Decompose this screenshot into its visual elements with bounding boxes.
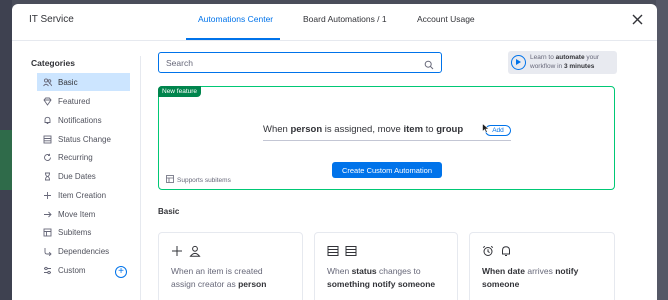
sidebar-divider xyxy=(140,56,141,300)
board-title: IT Service xyxy=(29,14,74,25)
play-icon[interactable] xyxy=(511,55,526,70)
supports-subitems-label: Supports subitems xyxy=(177,176,231,184)
sidebar-item-status-change[interactable]: Status Change xyxy=(37,130,130,148)
sidebar-item-label: Featured xyxy=(58,96,91,106)
sidebar-item-label: Notifications xyxy=(58,115,102,125)
search-input[interactable] xyxy=(166,57,416,69)
people-icon xyxy=(40,77,54,87)
sidebar-item-label: Recurring xyxy=(58,152,93,162)
sidebar-item-dependencies[interactable]: Dependencies xyxy=(37,242,130,260)
search-icon[interactable] xyxy=(424,57,436,70)
sentence-part: is assigned, move xyxy=(322,124,404,135)
automation-card-date-arrives[interactable]: When date arrives notify someone xyxy=(469,232,615,300)
hourglass-icon xyxy=(40,172,54,181)
card-text-bold: something notify someone xyxy=(327,279,436,289)
bell-icon xyxy=(40,116,54,125)
supports-subitems-note: Supports subitems xyxy=(166,175,231,185)
diamond-icon xyxy=(40,97,54,106)
card-text: changes to xyxy=(376,266,421,276)
person-icon xyxy=(189,244,201,262)
new-feature-badge: New feature xyxy=(158,86,202,97)
automation-card-status-change[interactable]: When status changes to something notify … xyxy=(314,232,458,300)
new-feature-card: New feature When person is assigned, mov… xyxy=(158,86,615,190)
card-text: arrives xyxy=(524,266,556,276)
sentence-item: item xyxy=(403,124,424,135)
categories-sidebar: Categories Basic Featured Notifications … xyxy=(12,41,140,300)
sidebar-item-label: Subitems xyxy=(58,227,92,237)
automations-modal: IT Service Automations Center Board Auto… xyxy=(12,4,657,300)
learn-video-banner[interactable]: Learn to automate your workflow in 3 min… xyxy=(508,51,617,74)
card-text-bold: person xyxy=(238,279,267,289)
card-description: When date arrives notify someone xyxy=(482,265,578,291)
learn-bold-minutes: 3 minutes xyxy=(563,62,595,70)
card-text-bold: status xyxy=(351,266,377,276)
close-icon[interactable] xyxy=(632,13,643,28)
tab-automations-center[interactable]: Automations Center xyxy=(198,14,273,24)
automation-card-item-created[interactable]: When an item is created assign creator a… xyxy=(158,232,303,300)
card-text: When xyxy=(327,266,352,276)
sidebar-item-move-item[interactable]: Move Item xyxy=(37,205,130,223)
tab-account-usage[interactable]: Account Usage xyxy=(417,14,475,24)
create-custom-automation-button[interactable]: Create Custom Automation xyxy=(332,162,442,178)
columns-icon xyxy=(327,244,339,262)
modal-header: IT Service Automations Center Board Auto… xyxy=(12,4,657,40)
categories-heading: Categories xyxy=(31,58,75,68)
sidebar-item-item-creation[interactable]: Item Creation xyxy=(37,186,130,204)
sentence-person: person xyxy=(290,124,323,135)
sentence-part: When xyxy=(263,124,291,135)
card-text-bold: notify xyxy=(555,266,579,276)
section-heading-basic: Basic xyxy=(158,207,180,216)
automation-sentence: When person is assigned, move item to gr… xyxy=(263,124,463,135)
add-custom-category-button[interactable]: + xyxy=(115,266,127,278)
card-description: When an item is created assign creator a… xyxy=(171,265,266,291)
sentence-part: to xyxy=(423,124,437,135)
refresh-icon xyxy=(40,153,54,162)
sentence-group: group xyxy=(436,124,464,135)
sliders-icon xyxy=(40,266,54,275)
sidebar-item-featured[interactable]: Featured xyxy=(37,92,130,110)
subitems-icon xyxy=(40,228,54,237)
sidebar-item-label: Status Change xyxy=(58,134,111,144)
card-description: When status changes to something notify … xyxy=(327,265,435,291)
sidebar-item-recurring[interactable]: Recurring xyxy=(37,148,130,166)
sidebar-item-label: Dependencies xyxy=(58,246,110,256)
card-text: When an item is created xyxy=(171,266,263,276)
card-icons xyxy=(171,244,201,262)
bell-icon xyxy=(500,244,512,262)
sidebar-item-label: Due Dates xyxy=(58,171,96,181)
columns-icon xyxy=(345,244,357,262)
card-text-bold: someone xyxy=(482,279,520,289)
learn-text: Learn to automate your workflow in 3 min… xyxy=(530,54,616,71)
sidebar-item-notifications[interactable]: Notifications xyxy=(37,111,130,129)
sidebar-item-basic[interactable]: Basic xyxy=(37,73,130,91)
search-box xyxy=(158,52,442,73)
subitems-icon xyxy=(166,175,174,185)
card-text-bold: When date xyxy=(482,266,525,276)
plus-icon xyxy=(171,244,183,262)
background-board xyxy=(0,0,12,300)
mouse-cursor-icon xyxy=(482,120,490,133)
sidebar-item-due-dates[interactable]: Due Dates xyxy=(37,167,130,185)
learn-prefix: Learn to xyxy=(530,54,556,61)
clock-icon xyxy=(482,244,494,262)
sentence-underline xyxy=(263,140,511,141)
card-text: assign creator as xyxy=(171,279,239,289)
background-board-right xyxy=(656,0,668,300)
card-icons xyxy=(327,244,357,262)
learn-bold-automate: automate xyxy=(555,54,585,61)
card-icons xyxy=(482,244,512,262)
dependency-icon xyxy=(40,247,54,256)
columns-icon xyxy=(40,135,54,144)
sidebar-item-subitems[interactable]: Subitems xyxy=(37,223,130,241)
sidebar-item-label: Custom xyxy=(58,265,86,275)
background-strip xyxy=(0,130,12,190)
sidebar-item-label: Item Creation xyxy=(58,190,107,200)
plus-icon xyxy=(40,191,54,200)
sidebar-item-label: Basic xyxy=(58,77,78,87)
arrow-right-icon xyxy=(40,210,54,219)
tab-board-automations[interactable]: Board Automations / 1 xyxy=(303,14,387,24)
sidebar-item-label: Move Item xyxy=(58,209,96,219)
